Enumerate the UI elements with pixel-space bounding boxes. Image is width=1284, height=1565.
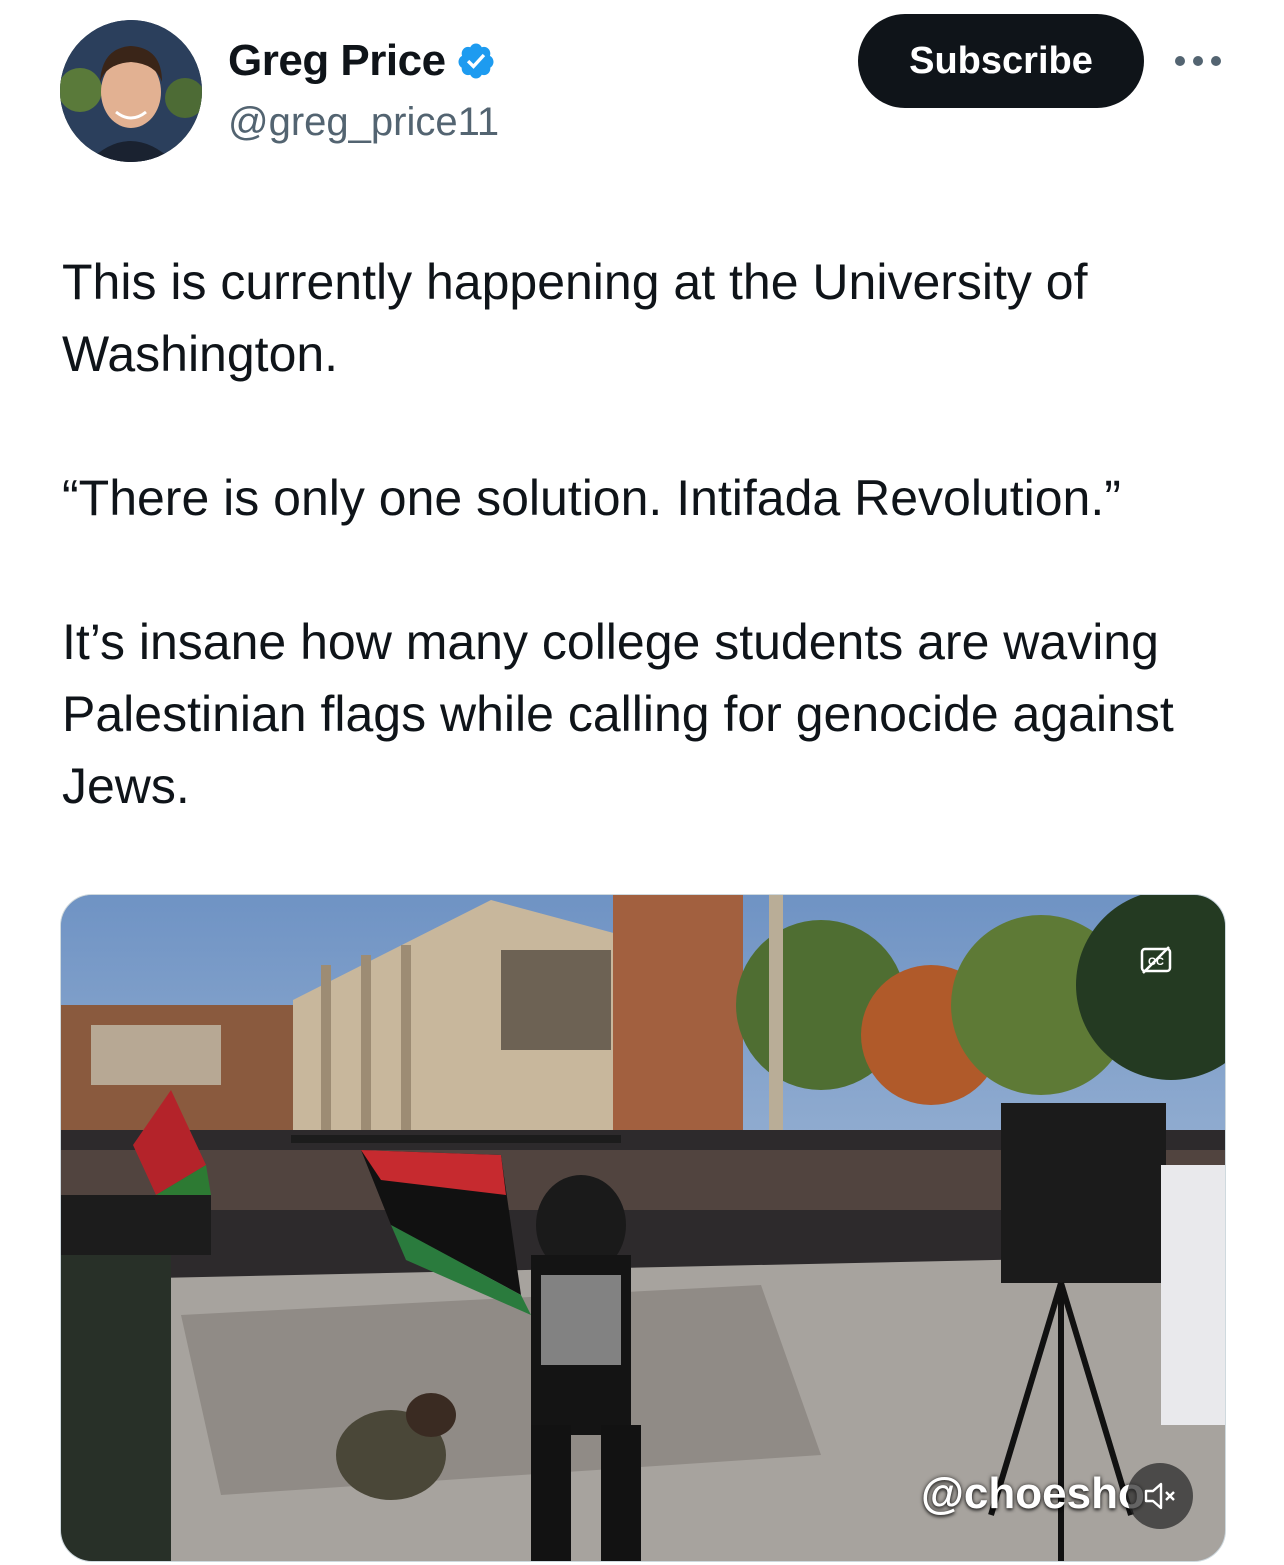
tweet-header: Greg Price @greg_price11 Subscribe [0,0,1284,180]
tweet-paragraph: It’s insane how many college students ar… [62,614,1174,814]
closed-captions-icon[interactable]: CC [1139,943,1173,977]
verified-badge-icon [458,43,494,79]
muted-speaker-icon [1144,1482,1175,1510]
video-player[interactable]: CC @choesho [60,894,1226,1562]
author-name-row[interactable]: Greg Price [228,36,496,86]
video-watermark: @choesho [921,1469,1145,1518]
author-name[interactable]: Greg Price [228,36,446,86]
tweet-paragraph: This is currently happening at the Unive… [62,254,1088,382]
video-frame [61,895,1225,1561]
author-handle[interactable]: @greg_price11 [228,100,499,145]
subscribe-button[interactable]: Subscribe [858,14,1144,108]
tweet-paragraph: “There is only one solution. Intifada Re… [62,470,1121,526]
mute-button[interactable] [1127,1463,1193,1529]
more-horizontal-icon[interactable] [1168,46,1228,76]
author-avatar[interactable] [60,20,202,162]
tweet-text: This is currently happening at the Unive… [62,246,1232,822]
